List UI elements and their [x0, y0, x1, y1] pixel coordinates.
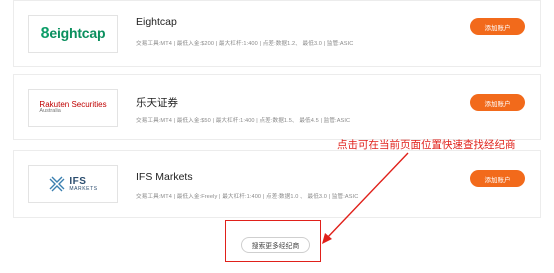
search-more-brokers-button[interactable]: 搜索更多经纪商 — [241, 237, 310, 253]
